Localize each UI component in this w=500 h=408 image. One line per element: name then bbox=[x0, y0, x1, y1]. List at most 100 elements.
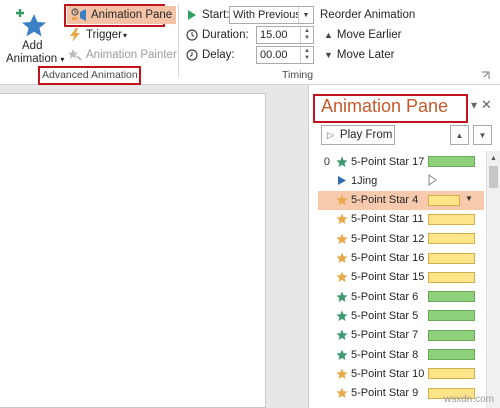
move-up-button[interactable]: ▲ bbox=[450, 125, 469, 145]
item-label: 5-Point Star 8 bbox=[351, 348, 419, 361]
start-select[interactable]: With Previous ▼ bbox=[229, 6, 314, 24]
group-separator bbox=[178, 4, 179, 78]
animation-list-item[interactable]: 0 5-Point Star 17 bbox=[318, 152, 484, 171]
timeline-bar[interactable] bbox=[428, 156, 475, 167]
ribbon: Add Animation ▾ Animation Pane Trigger ▾… bbox=[0, 0, 500, 85]
start-label: Start: bbox=[202, 9, 230, 21]
timeline-bar[interactable] bbox=[428, 233, 475, 245]
animation-list: 0 5-Point Star 17 1Jing 5-Point Star 4 ▼ 5-Po… bbox=[318, 152, 484, 408]
move-earlier-button[interactable]: ▲ Move Earlier bbox=[324, 29, 401, 41]
animation-list-item[interactable]: 5-Point Star 11 bbox=[318, 210, 484, 229]
scrollbar[interactable]: ▲ bbox=[486, 151, 500, 408]
star-effect-icon bbox=[333, 368, 351, 380]
trigger-marker-icon bbox=[428, 174, 437, 189]
move-later-label: Move Later bbox=[336, 49, 395, 61]
chevron-down-icon[interactable]: ▼ bbox=[298, 7, 313, 23]
spin-arrows-icon[interactable]: ▲ ▼ bbox=[300, 47, 313, 63]
timeline-bar[interactable] bbox=[428, 271, 475, 283]
add-animation-label-2: Animation ▾ bbox=[6, 53, 65, 65]
item-label: 5-Point Star 6 bbox=[351, 290, 419, 303]
triangle-down-icon: ▼ bbox=[324, 50, 333, 60]
timeline-bar[interactable] bbox=[428, 213, 475, 225]
item-label: 5-Point Star 7 bbox=[351, 329, 419, 342]
item-label: 5-Point Star 11 bbox=[351, 213, 424, 226]
timeline-bar[interactable] bbox=[428, 349, 475, 360]
trigger-play-icon bbox=[333, 175, 351, 186]
add-animation-label-1: Add bbox=[22, 40, 43, 52]
star-effect-icon bbox=[333, 387, 351, 399]
lightning-icon bbox=[70, 28, 80, 42]
item-order-number: 0 bbox=[323, 155, 330, 168]
animation-pane-button[interactable]: Animation Pane bbox=[67, 6, 177, 24]
duration-label: Duration: bbox=[202, 29, 249, 41]
timeline-bar[interactable] bbox=[428, 368, 475, 380]
animation-pane-icon bbox=[71, 8, 86, 21]
animation-list-item[interactable]: 1Jing bbox=[318, 171, 484, 190]
delay-stepper[interactable]: 00.00 ▲ ▼ bbox=[256, 46, 314, 64]
star-effect-icon bbox=[333, 233, 351, 245]
triangle-up-icon: ▲ bbox=[455, 130, 464, 140]
animation-painter-button[interactable]: Animation Painter bbox=[68, 48, 177, 62]
item-label: 5-Point Star 16 bbox=[351, 252, 425, 264]
animation-list-item[interactable]: 5-Point Star 12 bbox=[318, 229, 484, 248]
pane-options-dropdown-icon[interactable]: ▾ bbox=[471, 98, 477, 112]
watermark: wsxdn.com bbox=[444, 394, 495, 405]
play-icon: ▷ bbox=[327, 129, 334, 140]
star-effect-icon bbox=[333, 252, 351, 264]
scroll-up-icon[interactable]: ▲ bbox=[487, 151, 500, 165]
delay-clock-icon bbox=[186, 49, 198, 61]
add-animation-button[interactable]: Add Animation ▾ bbox=[4, 6, 65, 66]
animation-list-item[interactable]: 5-Point Star 4 ▼ bbox=[318, 190, 484, 210]
animation-painter-label: Animation Painter bbox=[86, 49, 177, 61]
star-effect-icon bbox=[333, 213, 351, 225]
trigger-label: Trigger bbox=[86, 29, 122, 41]
trigger-button[interactable]: Trigger ▾ bbox=[68, 28, 127, 42]
item-label: 5-Point Star 4 bbox=[351, 194, 419, 207]
dialog-launcher-icon[interactable] bbox=[481, 71, 490, 80]
animation-list-item[interactable]: 5-Point Star 10 bbox=[318, 364, 484, 383]
star-effect-icon bbox=[333, 156, 351, 168]
item-label: 5-Point Star 10 bbox=[351, 367, 425, 380]
triangle-up-icon: ▲ bbox=[324, 30, 333, 40]
timeline-bar[interactable] bbox=[428, 329, 475, 341]
timeline-bar[interactable] bbox=[428, 310, 475, 322]
chevron-down-icon: ▾ bbox=[123, 30, 128, 40]
animation-list-item[interactable]: 5-Point Star 5 bbox=[318, 306, 484, 325]
item-label: 5-Point Star 15 bbox=[351, 271, 425, 284]
triangle-down-icon: ▼ bbox=[478, 130, 487, 140]
duration-stepper[interactable]: 15.00 ▲ ▼ bbox=[256, 26, 314, 44]
star-effect-icon bbox=[333, 271, 351, 283]
item-label: 5-Point Star 12 bbox=[351, 232, 425, 245]
timeline-bar[interactable] bbox=[428, 291, 475, 303]
pane-title: Animation Pane bbox=[321, 96, 449, 116]
chevron-down-icon: ▾ bbox=[60, 55, 65, 64]
star-effect-icon bbox=[333, 329, 351, 341]
close-icon[interactable]: ✕ bbox=[481, 97, 492, 113]
spin-arrows-icon[interactable]: ▲ ▼ bbox=[300, 27, 313, 43]
start-icon bbox=[188, 10, 196, 20]
animation-painter-icon bbox=[68, 49, 82, 61]
star-effect-icon bbox=[333, 349, 351, 361]
animation-list-item[interactable]: 5-Point Star 8 bbox=[318, 345, 484, 364]
scroll-thumb[interactable] bbox=[489, 166, 498, 188]
move-down-button[interactable]: ▼ bbox=[473, 125, 492, 145]
clock-icon bbox=[186, 29, 198, 41]
animation-list-item[interactable]: 5-Point Star 15 bbox=[318, 268, 484, 287]
timeline-bar[interactable] bbox=[428, 194, 460, 206]
animation-list-item[interactable]: 5-Point Star 6 bbox=[318, 287, 484, 306]
star-effect-icon bbox=[333, 291, 351, 303]
animation-list-item[interactable]: 5-Point Star 16 bbox=[318, 249, 484, 268]
star-effect-icon bbox=[333, 310, 351, 322]
advanced-animation-group-label: Advanced Animation bbox=[42, 69, 138, 81]
item-label: 5-Point Star 17 bbox=[351, 155, 425, 168]
animation-list-item[interactable]: 5-Point Star 7 bbox=[318, 326, 484, 345]
move-later-button[interactable]: ▼ Move Later bbox=[324, 49, 394, 61]
timeline-bar[interactable] bbox=[428, 252, 475, 264]
play-from-button[interactable]: ▷ Play From bbox=[321, 125, 395, 145]
chevron-down-icon[interactable]: ▼ bbox=[465, 194, 473, 203]
slide[interactable] bbox=[0, 93, 266, 408]
item-label: 5-Point Star 9 bbox=[351, 387, 419, 400]
item-label: 5-Point Star 5 bbox=[351, 309, 419, 322]
item-label: 1Jing bbox=[351, 174, 378, 187]
delay-value: 00.00 bbox=[260, 49, 288, 61]
